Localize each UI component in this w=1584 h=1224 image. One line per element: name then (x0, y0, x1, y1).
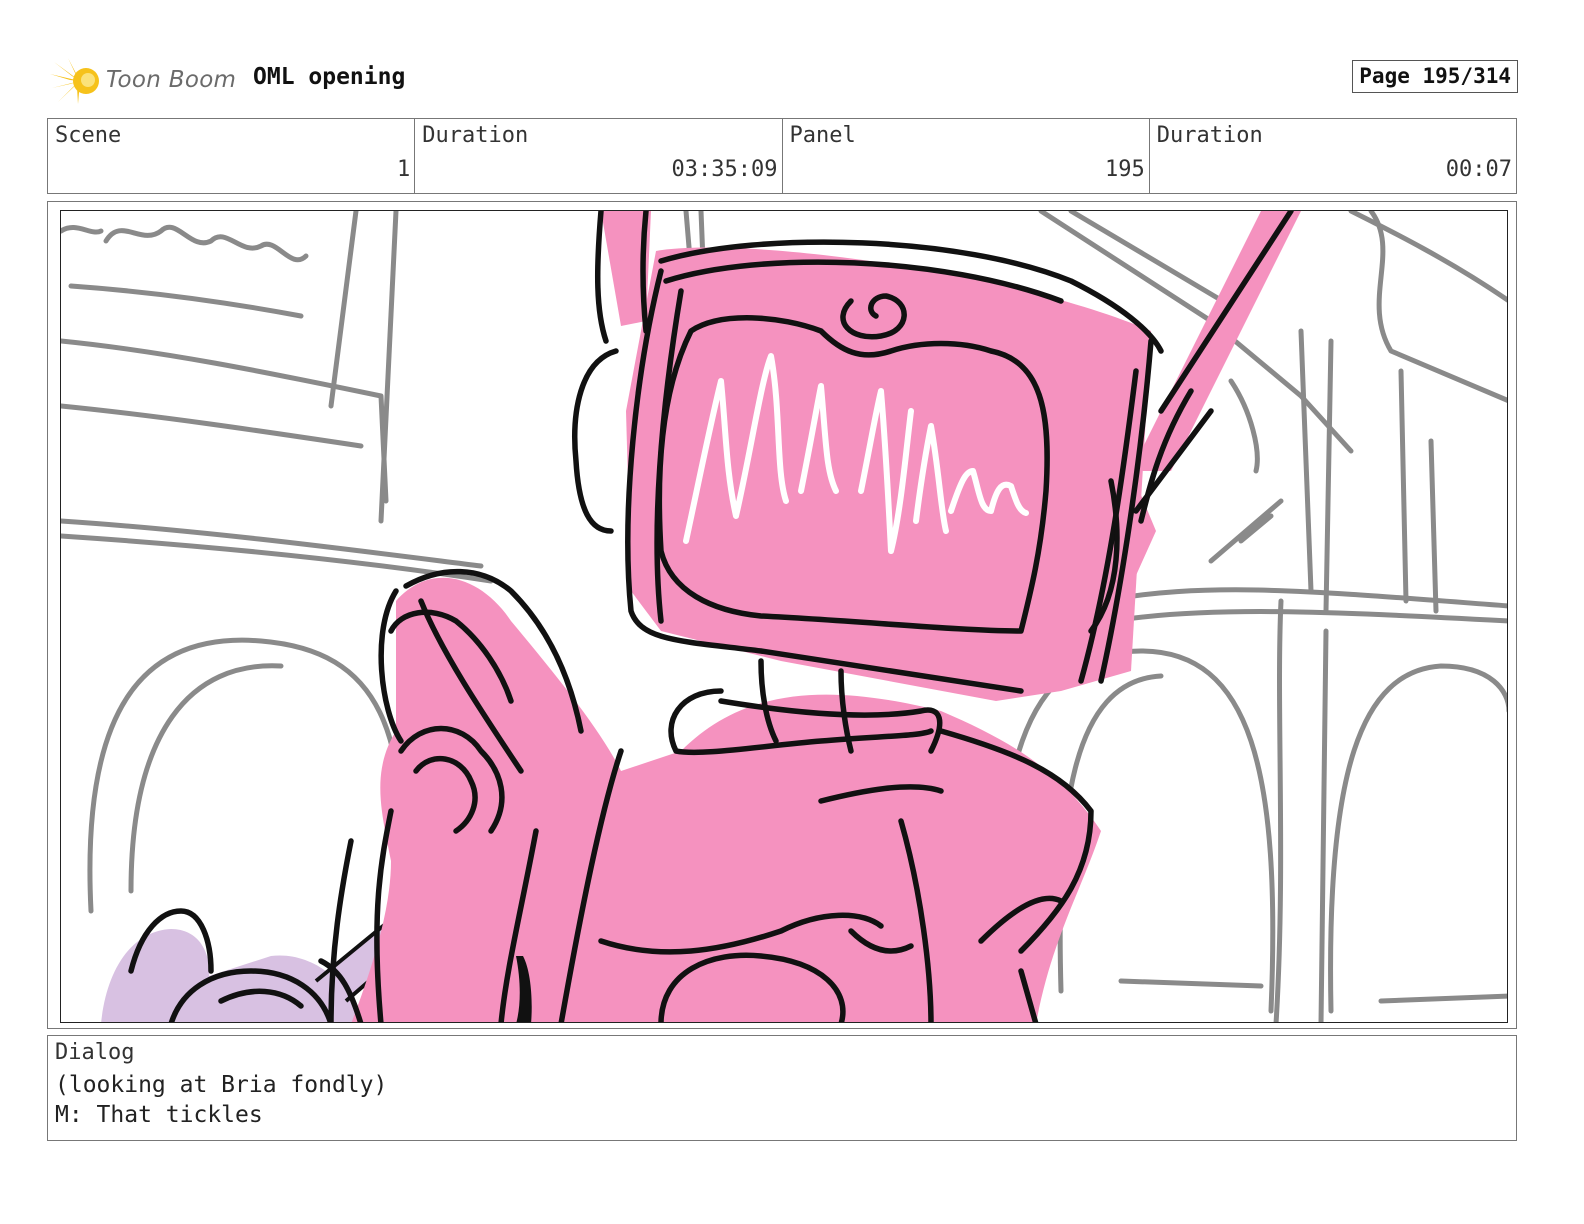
page-indicator: Page 195/314 (1352, 60, 1518, 93)
scene-duration-value: 03:35:09 (671, 157, 778, 182)
dialog-line-action: (looking at Bria fondly) (55, 1072, 388, 1098)
scene-cell: Scene 1 (48, 119, 416, 193)
panel-duration-value: 00:07 (1445, 157, 1512, 182)
project-title: OML opening (253, 64, 406, 90)
robot-sketch-illustration (61, 211, 1507, 1022)
panel-label: Panel (789, 123, 856, 148)
panel-duration-cell: Duration 00:07 (1150, 119, 1516, 193)
panel-value: 195 (1105, 157, 1145, 182)
scene-duration-cell: Duration 03:35:09 (415, 119, 783, 193)
toon-boom-logo: Toon Boom (50, 56, 240, 106)
scene-duration-label: Duration (422, 123, 529, 148)
panel-frame (47, 201, 1517, 1029)
scene-label: Scene (55, 123, 122, 148)
starburst-icon (50, 58, 99, 104)
storyboard-drawing (60, 210, 1508, 1023)
logo-text: Toon Boom (106, 67, 237, 93)
dialog-label: Dialog (55, 1040, 135, 1065)
page-header: Toon Boom OML opening Page 195/314 (48, 54, 1518, 108)
dialog-line-speech: M: That tickles (55, 1102, 263, 1128)
panel-cell: Panel 195 (783, 119, 1150, 193)
scene-value: 1 (397, 157, 411, 182)
panel-info-row: Scene 1 Duration 03:35:09 Panel 195 Dura… (47, 118, 1517, 194)
dialog-box: Dialog (looking at Bria fondly) M: That … (47, 1035, 1517, 1141)
panel-duration-label: Duration (1156, 123, 1263, 148)
